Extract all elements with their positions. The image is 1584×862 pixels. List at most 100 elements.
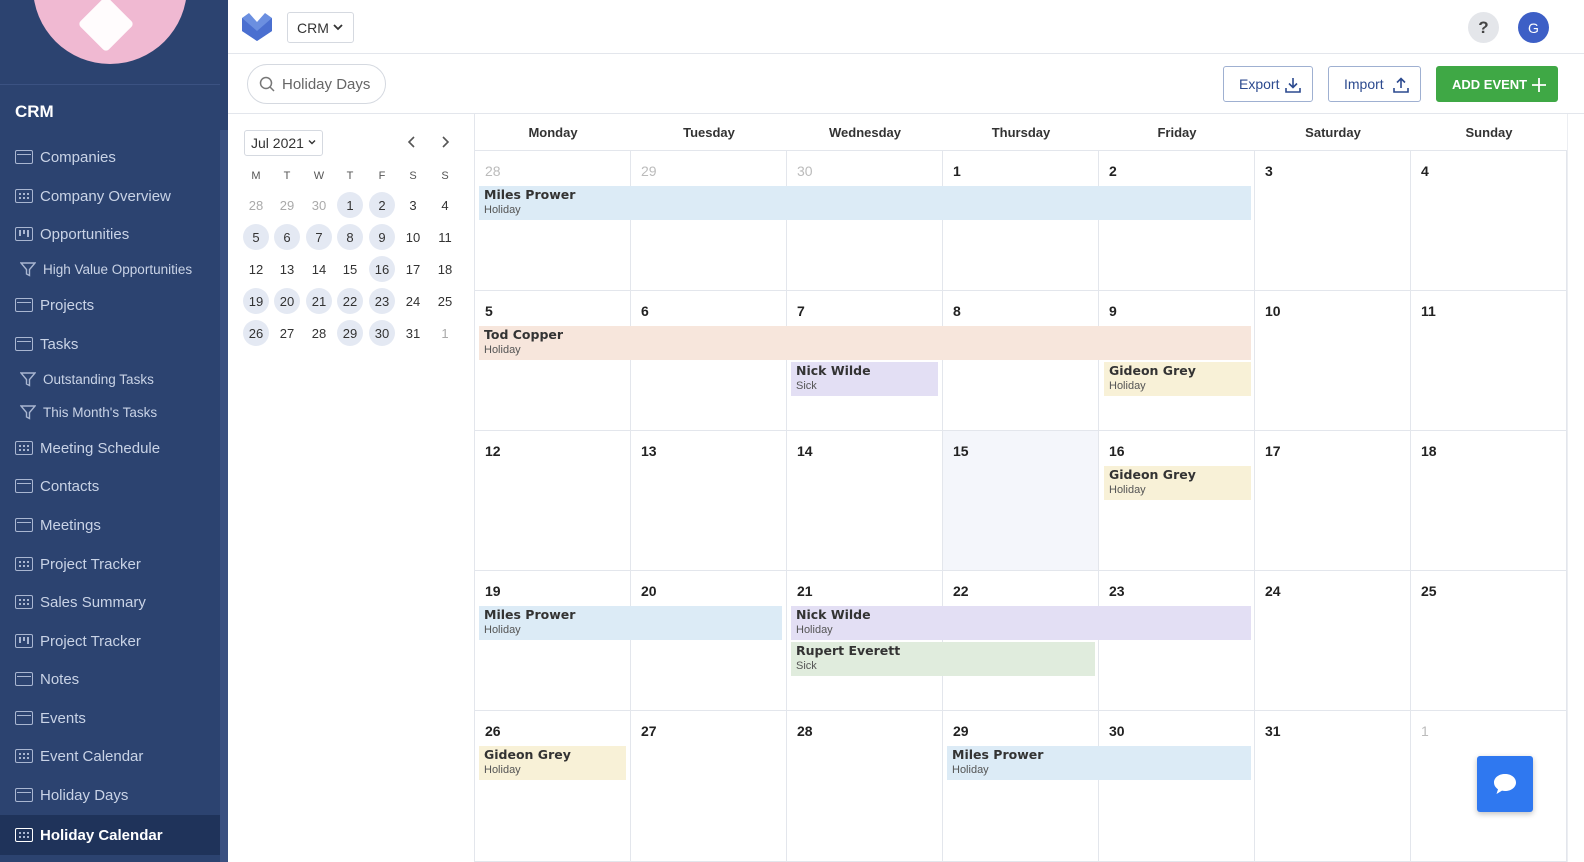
sidebar-item-project-tracker[interactable]: Project Tracker <box>0 546 220 582</box>
day-cell[interactable]: 5 <box>475 291 631 431</box>
prev-month-button[interactable] <box>402 132 422 152</box>
mini-day[interactable]: 10 <box>400 224 426 250</box>
page-scrollbar[interactable] <box>1567 114 1584 862</box>
day-cell-today[interactable]: 15 <box>943 431 1099 571</box>
mini-day[interactable]: 1 <box>337 192 363 218</box>
mini-day[interactable]: 26 <box>243 320 269 346</box>
sidebar-item-this-months-tasks[interactable]: This Month's Tasks <box>0 394 220 430</box>
day-cell[interactable]: 22 <box>943 571 1099 711</box>
mini-day[interactable]: 28 <box>243 192 269 218</box>
day-cell[interactable]: 9 <box>1099 291 1255 431</box>
mini-day[interactable]: 30 <box>306 192 332 218</box>
mini-day[interactable]: 1 <box>432 320 458 346</box>
day-cell[interactable]: 27 <box>631 711 787 862</box>
mini-day[interactable]: 27 <box>274 320 300 346</box>
mini-day[interactable]: 11 <box>432 224 458 250</box>
mini-day[interactable]: 28 <box>306 320 332 346</box>
day-cell[interactable]: 17 <box>1255 431 1411 571</box>
event-bar[interactable]: Gideon Grey Holiday <box>1104 466 1251 500</box>
event-bar[interactable]: Nick Wilde Holiday <box>791 606 1251 640</box>
mini-day[interactable]: 19 <box>243 288 269 314</box>
day-cell[interactable]: 25 <box>1411 571 1567 711</box>
day-cell[interactable]: 23 <box>1099 571 1255 711</box>
day-cell[interactable]: 28 <box>475 151 631 291</box>
day-cell[interactable]: 21 <box>787 571 943 711</box>
mini-day[interactable]: 31 <box>400 320 426 346</box>
mini-day[interactable]: 8 <box>337 224 363 250</box>
sidebar-item-event-calendar[interactable]: Event Calendar <box>0 738 220 774</box>
day-cell[interactable]: 3 <box>1255 151 1411 291</box>
event-bar[interactable]: Rupert Everett Sick <box>791 642 1095 676</box>
event-bar[interactable]: Gideon Grey Holiday <box>1104 362 1251 396</box>
mini-day[interactable]: 15 <box>337 256 363 282</box>
day-cell[interactable]: 14 <box>787 431 943 571</box>
day-cell[interactable]: 30 <box>1099 711 1255 862</box>
day-cell[interactable]: 8 <box>943 291 1099 431</box>
day-cell[interactable]: 7 <box>787 291 943 431</box>
mini-day[interactable]: 6 <box>274 224 300 250</box>
day-cell[interactable]: 10 <box>1255 291 1411 431</box>
sidebar-item-meetings[interactable]: Meetings <box>0 507 220 543</box>
event-bar[interactable]: Nick Wilde Sick <box>791 362 938 396</box>
mini-day[interactable]: 30 <box>369 320 395 346</box>
mini-day[interactable]: 5 <box>243 224 269 250</box>
sidebar-item-project-tracker-kanban[interactable]: Project Tracker <box>0 623 220 659</box>
mini-day[interactable]: 22 <box>337 288 363 314</box>
mini-day[interactable]: 13 <box>274 256 300 282</box>
day-cell[interactable]: 6 <box>631 291 787 431</box>
mini-day[interactable]: 9 <box>369 224 395 250</box>
day-cell[interactable]: 1 <box>943 151 1099 291</box>
mini-day[interactable]: 18 <box>432 256 458 282</box>
day-cell[interactable]: 11 <box>1411 291 1567 431</box>
event-bar[interactable]: Gideon Grey Holiday <box>479 746 626 780</box>
mini-day[interactable]: 12 <box>243 256 269 282</box>
sidebar-item-outstanding-tasks[interactable]: Outstanding Tasks <box>0 361 220 397</box>
day-cell[interactable]: 20 <box>631 571 787 711</box>
sidebar-item-projects[interactable]: Projects <box>0 287 220 323</box>
sidebar-item-high-value-opportunities[interactable]: High Value Opportunities <box>0 251 220 287</box>
sidebar-item-opportunities[interactable]: Opportunities <box>0 216 220 252</box>
next-month-button[interactable] <box>435 132 455 152</box>
search-input[interactable]: Holiday Days <box>247 64 386 104</box>
mini-day[interactable]: 2 <box>369 192 395 218</box>
mini-day[interactable]: 25 <box>432 288 458 314</box>
sidebar-item-contacts[interactable]: Contacts <box>0 468 220 504</box>
help-button[interactable]: ? <box>1468 12 1499 43</box>
mini-day[interactable]: 21 <box>306 288 332 314</box>
event-bar[interactable]: Miles Prower Holiday <box>479 606 782 640</box>
mini-day[interactable]: 16 <box>369 256 395 282</box>
sidebar-item-events[interactable]: Events <box>0 700 220 736</box>
day-cell[interactable]: 4 <box>1411 151 1567 291</box>
day-cell[interactable]: 18 <box>1411 431 1567 571</box>
day-cell[interactable]: 16 <box>1099 431 1255 571</box>
sidebar-item-notes[interactable]: Notes <box>0 661 220 697</box>
day-cell[interactable]: 28 <box>787 711 943 862</box>
day-cell[interactable]: 29 <box>943 711 1099 862</box>
export-button[interactable]: Export <box>1223 66 1313 102</box>
sidebar-item-meeting-schedule[interactable]: Meeting Schedule <box>0 430 220 466</box>
day-cell[interactable]: 30 <box>787 151 943 291</box>
day-cell[interactable]: 13 <box>631 431 787 571</box>
event-bar[interactable]: Miles Prower Holiday <box>479 186 1251 220</box>
mini-day[interactable]: 29 <box>337 320 363 346</box>
event-bar[interactable]: Miles Prower Holiday <box>947 746 1251 780</box>
day-cell[interactable]: 26 <box>475 711 631 862</box>
sidebar-item-holiday-days[interactable]: Holiday Days <box>0 777 220 813</box>
avatar[interactable]: G <box>1518 12 1549 43</box>
mini-day[interactable]: 23 <box>369 288 395 314</box>
app-select[interactable]: CRM <box>287 12 354 43</box>
day-cell[interactable]: 24 <box>1255 571 1411 711</box>
sidebar-scrollbar[interactable] <box>220 130 228 862</box>
mini-day[interactable]: 14 <box>306 256 332 282</box>
mini-day[interactable]: 24 <box>400 288 426 314</box>
sidebar-item-companies[interactable]: Companies <box>0 139 220 175</box>
day-cell[interactable]: 12 <box>475 431 631 571</box>
brand-logo-icon[interactable] <box>241 12 273 42</box>
mini-day[interactable]: 3 <box>400 192 426 218</box>
mini-day[interactable]: 4 <box>432 192 458 218</box>
day-cell[interactable]: 2 <box>1099 151 1255 291</box>
day-cell[interactable]: 29 <box>631 151 787 291</box>
import-button[interactable]: Import <box>1328 66 1421 102</box>
mini-day[interactable]: 17 <box>400 256 426 282</box>
mini-day[interactable]: 29 <box>274 192 300 218</box>
